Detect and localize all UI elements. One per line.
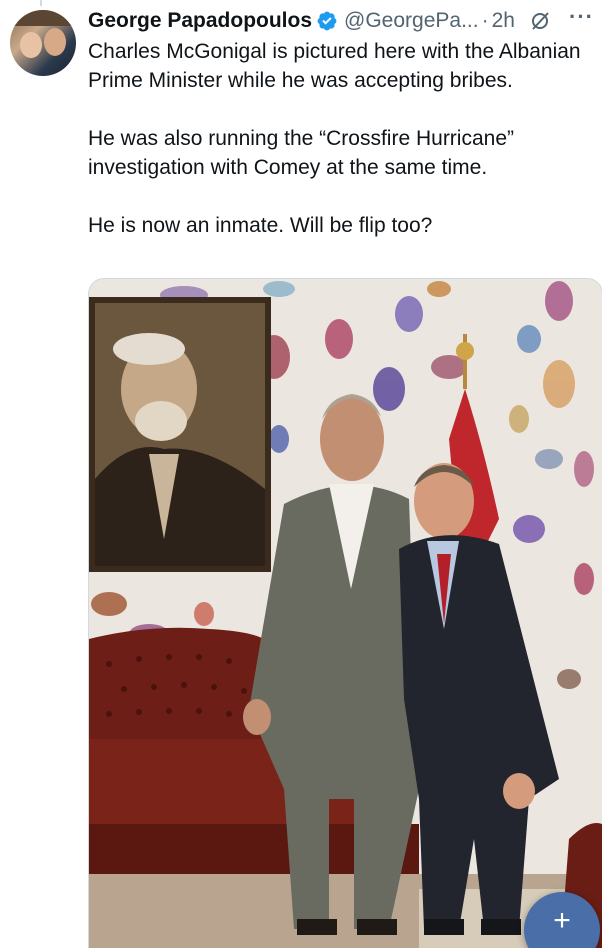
timestamp[interactable]: 2h <box>492 9 515 33</box>
tweet-photo[interactable] <box>88 278 602 948</box>
photo-illustration <box>89 279 602 948</box>
tweet-paragraph-2: He was also running the “Crossfire Hurri… <box>88 127 514 179</box>
tweet-text: Charles McGonigal is pictured here with … <box>88 37 588 240</box>
display-name[interactable]: George Papadopoulos <box>88 9 312 33</box>
user-handle[interactable]: @GeorgePa... <box>344 9 479 33</box>
thread-line <box>40 0 42 6</box>
plus-icon: + <box>553 904 571 937</box>
more-icon[interactable]: ··· <box>569 6 594 36</box>
verified-badge-icon <box>316 10 338 32</box>
separator-dot: · <box>481 9 489 32</box>
tweet: George Papadopoulos @GeorgePa... · 2h ··… <box>0 0 602 948</box>
avatar[interactable] <box>10 10 76 76</box>
tweet-paragraph-3: He is now an inmate. Will be flip too? <box>88 214 433 237</box>
tweet-paragraph-1: Charles McGonigal is pictured here with … <box>88 40 581 92</box>
grok-icon[interactable] <box>529 10 551 32</box>
tweet-header: George Papadopoulos @GeorgePa... · 2h ··… <box>88 6 594 36</box>
